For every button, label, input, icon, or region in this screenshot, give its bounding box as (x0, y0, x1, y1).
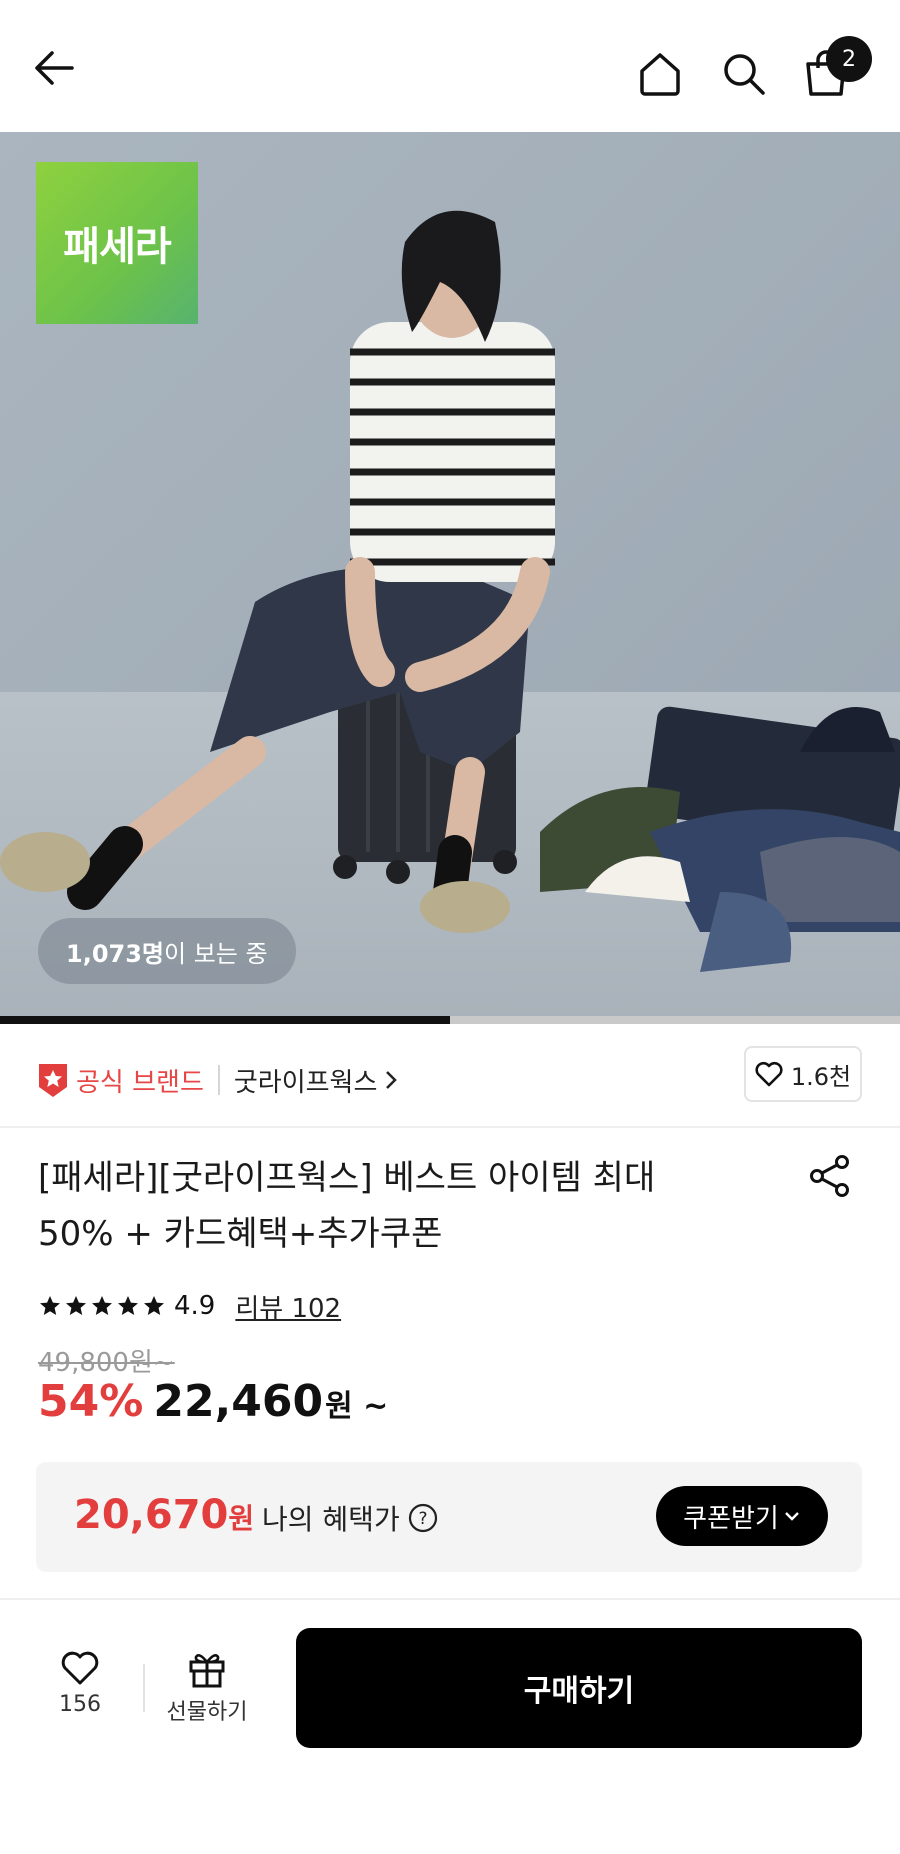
product-title-line2: 50% + 카드혜택+추가쿠폰 (38, 1214, 443, 1254)
viewers-suffix: 이 보는 중 (164, 939, 268, 968)
star-icon (118, 1296, 138, 1315)
benefit-price-value: 20,670 (74, 1492, 229, 1538)
star-icon (40, 1296, 60, 1315)
original-price: 49,800원~ (38, 1348, 175, 1378)
review-link[interactable]: 리뷰 102 (235, 1288, 341, 1325)
benefit-label: 나의 혜택가 ? (262, 1498, 438, 1538)
star-icon (92, 1296, 112, 1315)
coupon-download-button[interactable]: 쿠폰받기 (656, 1486, 828, 1546)
wish-button[interactable]: 156 (40, 1650, 120, 1717)
image-progress-fill (0, 1016, 450, 1024)
coupon-button-label: 쿠폰받기 (683, 1503, 779, 1534)
share-button[interactable] (808, 1154, 860, 1206)
rating-stars (38, 1294, 166, 1318)
gift-label: 선물하기 (166, 1700, 248, 1725)
brand-row: 공식 브랜드 굿라이프웍스 (36, 1056, 399, 1104)
viewers-count: 1,073명 (66, 939, 164, 968)
official-brand-label: 공식 브랜드 (76, 1067, 204, 1098)
star-icon (66, 1296, 86, 1315)
sale-price-unit: 원 ~ (325, 1389, 389, 1424)
viewers-count-pill: 1,073명 이 보는 중 (38, 918, 296, 984)
rating-row: 4.9 리뷰 102 (38, 1284, 341, 1328)
star-icon (144, 1296, 164, 1315)
top-header: 2 (0, 0, 900, 132)
brand-like-button[interactable]: 1.6천 (744, 1046, 862, 1102)
image-progress-bar (0, 1016, 900, 1024)
brand-logo: 패세라 (36, 162, 198, 324)
benefit-price: 20,670원 (74, 1492, 254, 1538)
rating-value: 4.9 (174, 1291, 216, 1321)
benefit-label-text: 나의 혜택가 (262, 1503, 400, 1536)
svg-text:?: ? (418, 1509, 427, 1529)
product-image-carousel[interactable]: 패세라 1,073명 이 보는 중 (0, 132, 900, 1020)
brand-separator (217, 1065, 220, 1095)
heart-icon (61, 1651, 99, 1685)
product-title: [패세라][굿라이프웍스] 베스트 아이템 최대 50% + 카드혜택+추가쿠폰 (38, 1150, 738, 1262)
star-badge-icon (39, 1064, 67, 1097)
sale-price: 22,460 (153, 1376, 324, 1427)
search-button[interactable] (716, 46, 772, 102)
home-icon (640, 53, 680, 96)
arrow-left-icon (35, 51, 74, 85)
chevron-down-icon (784, 1512, 799, 1521)
chevron-right-icon (386, 1071, 398, 1089)
gift-button[interactable]: 선물하기 (162, 1650, 252, 1726)
question-circle-icon[interactable]: ? (408, 1503, 438, 1533)
share-icon (810, 1155, 849, 1197)
brand-name: 굿라이프웍스 (233, 1067, 378, 1098)
cart-count-badge: 2 (826, 36, 872, 82)
brand-link[interactable]: 굿라이프웍스 (234, 1062, 400, 1099)
home-button[interactable] (632, 46, 688, 102)
discount-rate: 54% (38, 1376, 144, 1427)
official-brand-badge: 공식 브랜드 (36, 1061, 204, 1099)
search-icon (724, 54, 765, 95)
heart-icon (755, 1061, 783, 1087)
bottom-action-bar: 156 선물하기 구매하기 (0, 1600, 900, 1854)
price-row: 54% 22,460 원 ~ (38, 1376, 388, 1436)
buy-button[interactable]: 구매하기 (296, 1628, 862, 1748)
section-divider (0, 1126, 900, 1128)
brand-like-count: 1.6천 (790, 1062, 852, 1091)
product-title-line1: [패세라][굿라이프웍스] 베스트 아이템 최대 (38, 1158, 656, 1198)
benefit-price-box: 20,670원 나의 혜택가 ? 쿠폰받기 (36, 1462, 862, 1572)
benefit-price-unit: 원 (228, 1502, 255, 1535)
wish-count: 156 (59, 1692, 101, 1717)
bottom-separator (143, 1664, 145, 1712)
back-button[interactable] (26, 40, 82, 96)
gift-icon (189, 1654, 225, 1688)
